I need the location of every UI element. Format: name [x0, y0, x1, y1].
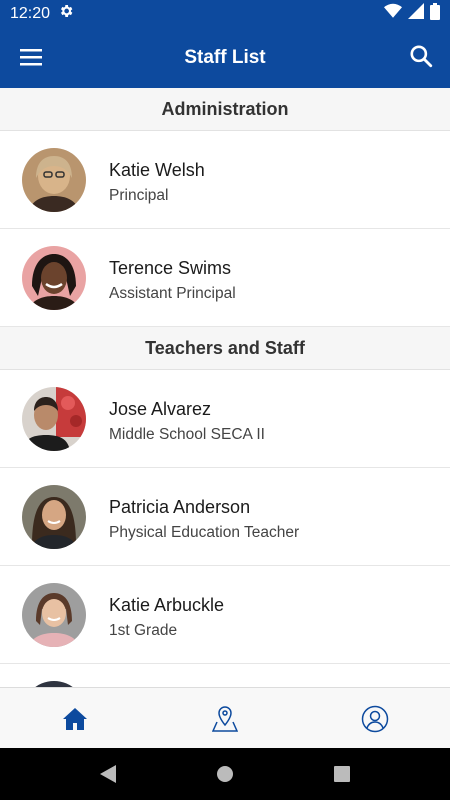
- battery-icon: [430, 2, 440, 25]
- staff-role: Principal: [109, 187, 169, 204]
- staff-row[interactable]: Katie Welsh Principal: [0, 131, 450, 229]
- wifi-icon: [384, 3, 402, 24]
- bottom-navigation: [0, 687, 450, 749]
- avatar: [22, 583, 86, 647]
- staff-role: Physical Education Teacher: [109, 524, 300, 541]
- staff-row[interactable]: Katie Arbuckle 1st Grade: [0, 566, 450, 664]
- avatar: [22, 485, 86, 549]
- staff-name: Patricia Anderson: [109, 497, 251, 517]
- menu-button[interactable]: [19, 45, 43, 69]
- nav-home-button[interactable]: [55, 699, 95, 739]
- search-icon: [410, 45, 433, 68]
- staff-row[interactable]: Jose Alvarez Middle School SECA II: [0, 370, 450, 468]
- staff-row[interactable]: Terence Swims Assistant Principal: [0, 229, 450, 327]
- staff-row[interactable]: [0, 664, 450, 687]
- status-time: 12:20: [10, 4, 51, 22]
- status-bar: 12:20: [0, 0, 450, 27]
- back-triangle-icon: [100, 765, 116, 783]
- back-button[interactable]: [100, 765, 116, 783]
- staff-list[interactable]: Administration Katie Welsh Principal Ter…: [0, 88, 450, 687]
- staff-role: Middle School SECA II: [109, 426, 265, 443]
- page-title: Staff List: [184, 46, 266, 68]
- staff-role: 1st Grade: [109, 622, 178, 639]
- search-button[interactable]: [408, 43, 434, 69]
- profile-icon: [361, 705, 389, 732]
- nav-profile-button[interactable]: [355, 699, 395, 739]
- settings-gear-icon: [58, 3, 74, 24]
- nav-map-button[interactable]: [205, 699, 245, 739]
- staff-name: Katie Welsh: [109, 160, 205, 180]
- staff-row[interactable]: Patricia Anderson Physical Education Tea…: [0, 468, 450, 566]
- system-navigation-bar: [0, 748, 450, 800]
- avatar: [22, 246, 86, 310]
- staff-role: Assistant Principal: [109, 285, 236, 302]
- staff-name: Jose Alvarez: [109, 399, 212, 419]
- home-circle-icon: [217, 766, 233, 782]
- recents-square-icon: [334, 766, 350, 782]
- cellular-signal-icon: [408, 3, 424, 24]
- app-bar: Staff List: [0, 27, 450, 88]
- home-system-button[interactable]: [216, 765, 234, 783]
- avatar: [22, 387, 86, 451]
- recents-button[interactable]: [334, 766, 350, 782]
- staff-name: Terence Swims: [109, 258, 232, 278]
- section-header-teachers-and-staff: Teachers and Staff: [0, 327, 450, 370]
- map-pin-icon: [212, 705, 238, 732]
- staff-name: Katie Arbuckle: [109, 595, 225, 615]
- avatar: [22, 148, 86, 212]
- section-header-administration: Administration: [0, 88, 450, 131]
- hamburger-menu-icon: [20, 49, 42, 66]
- home-icon: [63, 707, 87, 730]
